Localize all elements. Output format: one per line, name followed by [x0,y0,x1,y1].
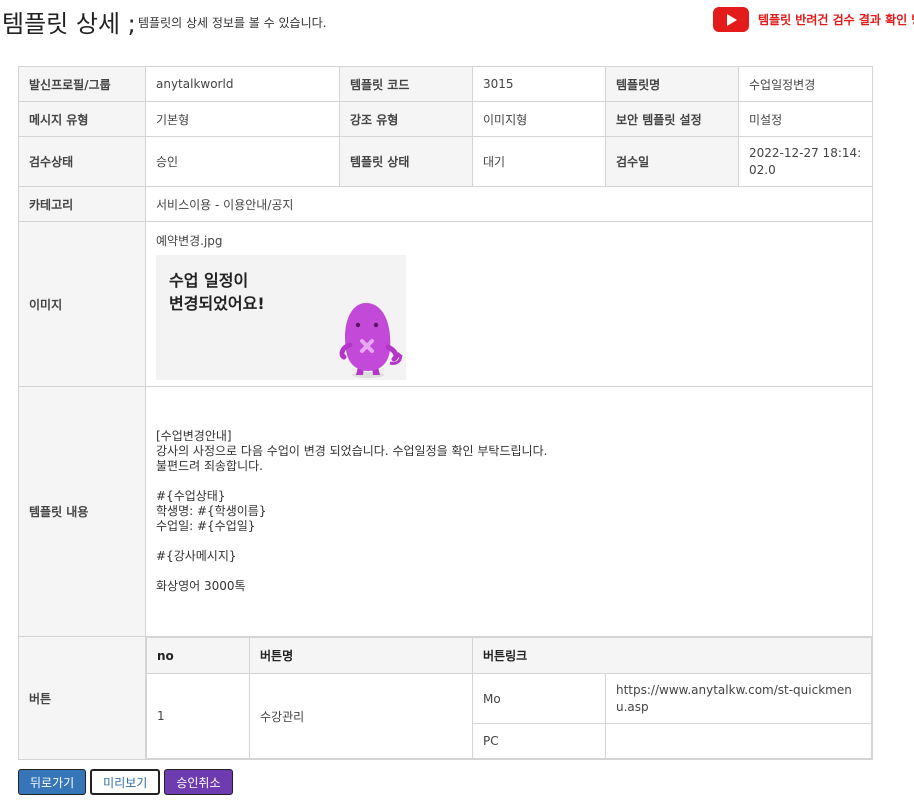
template-code-label: 템플릿 코드 [339,66,473,102]
action-bar: 뒤로가기 미리보기 승인취소 [18,769,237,795]
content-cell: [수업변경안내] 강사의 사정으로 다음 수업이 변경 되었습니다. 수업일정을… [145,386,873,637]
review-date-value: 2022-12-27 18:14:02.0 [738,136,873,187]
button-no: 1 [146,673,250,759]
template-detail-table: 발신프로필/그룹 anytalkworld 템플릿 코드 3015 템플릿명 수… [18,66,873,760]
button-label: 버튼 [18,636,146,760]
image-filename: 예약변경.jpg [156,234,223,248]
buttons-header-link: 버튼링크 [472,637,872,674]
template-name-value: 수업일정변경 [738,66,873,102]
security-setting-label: 보안 템플릿 설정 [605,101,739,137]
emphasis-type-label: 강조 유형 [339,101,473,137]
template-status-value: 대기 [472,136,606,187]
category-label: 카테고리 [18,186,146,222]
mascot-illustration [339,303,403,378]
emphasis-type-value: 이미지형 [472,101,606,137]
buttons-cell: no 버튼명 버튼링크 1 수강관리 Mo https://www.anytal… [145,636,873,760]
buttons-header-no: no [146,637,250,674]
mobile-link-url: https://www.anytalkw.com/st-quickmenu.as… [605,673,872,724]
youtube-guide-label: 템플릿 반려건 검수 결과 확인 방법 [758,13,914,27]
page-subtitle: 템플릿의 상세 정보를 볼 수 있습니다. [138,16,327,30]
cancel-approval-button[interactable]: 승인취소 [164,769,233,795]
image-cell: 예약변경.jpg 수업 일정이 변경되었어요! [145,221,873,387]
mobile-link-label: Mo [472,673,606,724]
content-label: 템플릿 내용 [18,386,146,637]
preview-button[interactable]: 미리보기 [90,769,161,795]
profile-label: 발신프로필/그룹 [18,66,146,102]
security-setting-value: 미설정 [738,101,873,137]
button-name: 수강관리 [249,673,473,759]
image-label: 이미지 [18,221,146,387]
pc-link-label: PC [472,723,606,759]
profile-value: anytalkworld [145,66,340,102]
buttons-header-name: 버튼명 [249,637,473,674]
youtube-icon [713,7,749,32]
pc-link-url [605,723,872,759]
image-headline: 수업 일정이 변경되었어요! [169,269,265,315]
review-status-value: 승인 [145,136,340,187]
message-type-value: 기본형 [145,101,340,137]
category-value: 서비스이용 - 이용안내/공지 [145,186,873,222]
review-date-label: 검수일 [605,136,739,187]
image-headline-line1: 수업 일정이 [169,271,249,290]
template-code-value: 3015 [472,66,606,102]
youtube-guide-link[interactable]: 템플릿 반려건 검수 결과 확인 방법 [713,7,914,32]
message-type-label: 메시지 유형 [18,101,146,137]
template-content-text: [수업변경안내] 강사의 사정으로 다음 수업이 변경 되었습니다. 수업일정을… [156,429,548,593]
review-status-label: 검수상태 [18,136,146,187]
back-button[interactable]: 뒤로가기 [18,769,87,795]
template-image: 수업 일정이 변경되었어요! [156,255,406,380]
page-title: 템플릿 상세 ; [2,10,136,38]
template-name-label: 템플릿명 [605,66,739,102]
image-headline-line2: 변경되었어요! [169,294,265,313]
template-status-label: 템플릿 상태 [339,136,473,187]
buttons-table: no 버튼명 버튼링크 1 수강관리 Mo https://www.anytal… [146,637,872,759]
